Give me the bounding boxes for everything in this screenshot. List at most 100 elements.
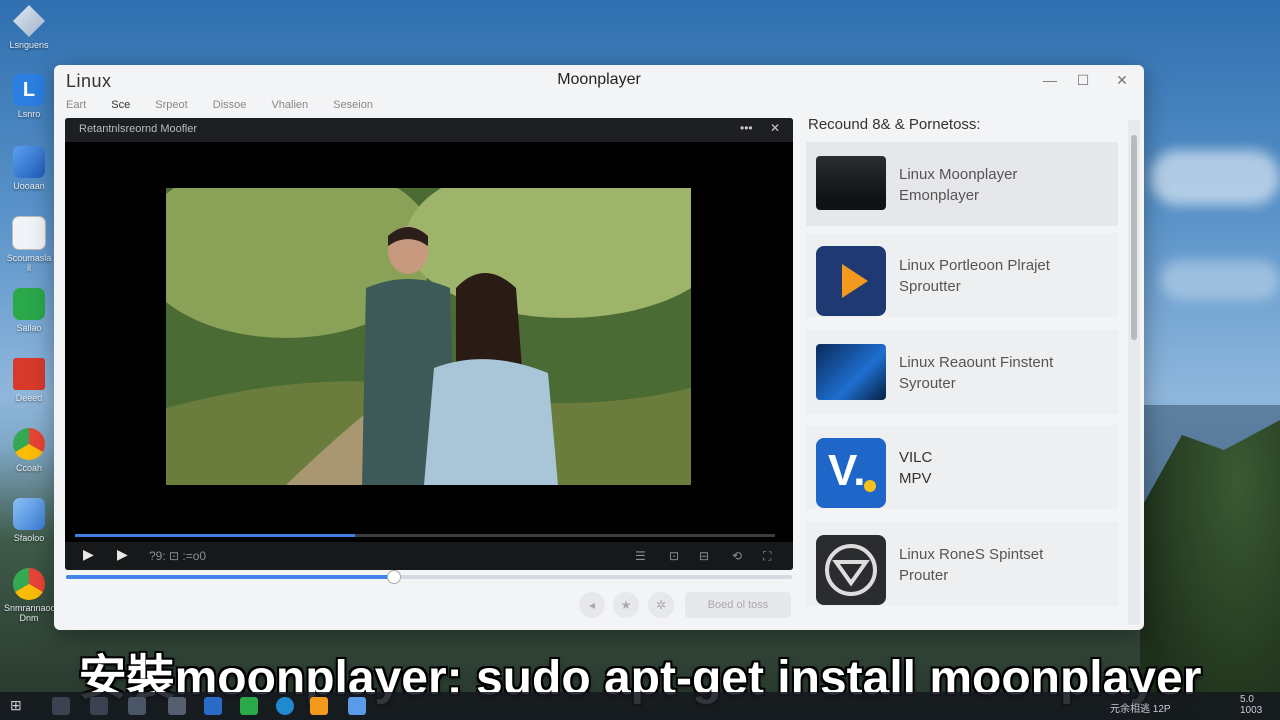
video-scene	[166, 188, 691, 485]
playlist-icon[interactable]: ☰	[635, 549, 646, 563]
scroll-thumb[interactable]	[1131, 135, 1137, 340]
desktop-icon-ccoah[interactable]: Ccoah	[4, 428, 54, 473]
desktop-icon-deeed[interactable]: Deeed	[4, 358, 54, 403]
moonplayer-taskbar-icon[interactable]	[310, 697, 328, 715]
list-item-title: VILC	[899, 449, 933, 466]
menu-item[interactable]: Vhalien	[271, 99, 308, 111]
start-icon[interactable]: ⊞	[10, 697, 28, 715]
time-display: ?9: ⊡ :=o0	[149, 549, 207, 563]
clock[interactable]: 5.0 1003	[1240, 694, 1262, 716]
menu-item[interactable]: Srpeot	[155, 99, 187, 111]
cloud	[1150, 150, 1280, 205]
cube-icon	[13, 498, 45, 530]
desktop-icon-label: Scoumasla il	[6, 253, 52, 273]
menu-bar: Eart Sce Srpeot Dissoe Vhalien Seseion	[66, 99, 395, 111]
nvidia-icon	[13, 288, 45, 320]
list-item-title: Linux RoneS Spintset	[899, 546, 1044, 563]
desktop-icon-label: Lsnguens	[9, 40, 49, 50]
list-item-subtitle: Prouter	[899, 567, 949, 584]
settings-button[interactable]: ✲	[648, 592, 674, 618]
window-title: Moonplayer	[557, 71, 641, 88]
desktop-icon-label: Sallao	[16, 323, 42, 333]
play-icon	[816, 246, 886, 316]
desktop-icon-snmrannaoo[interactable]: Snmrannaoo Dnm	[4, 568, 56, 623]
minimize-icon[interactable]: —	[1040, 70, 1060, 90]
taskbar-app-icon[interactable]	[204, 697, 222, 715]
list-item-text: VILC MPV	[899, 447, 932, 489]
list-item-text: Linux Portleoon Plrajet Sproutter	[899, 255, 1050, 297]
desktop-icon-sallao[interactable]: Sallao	[4, 288, 54, 333]
more-icon[interactable]: •••	[740, 121, 753, 135]
taskbar-app-icon[interactable]	[52, 697, 70, 715]
desktop-icon-os[interactable]: Lsnguens	[4, 5, 54, 50]
desktop-icon-lsnro[interactable]: L Lsnro	[4, 74, 54, 119]
desktop-icon-label: Lsnro	[17, 109, 41, 119]
store-icon	[12, 216, 46, 250]
moonplayer-window: Linux Moonplayer — ☐ ✕ Eart Sce Srpeot D…	[54, 65, 1144, 630]
list-item[interactable]: Linux Portleoon Plrajet Sproutter	[806, 233, 1118, 317]
panel-scrollbar[interactable]	[1128, 120, 1140, 625]
player-title: Retantnlsreornd Moofler	[79, 123, 198, 135]
folder-red-icon	[13, 358, 45, 390]
desktop-icon	[816, 344, 886, 400]
seek-handle[interactable]	[386, 570, 401, 584]
play-icon[interactable]: ▶	[83, 546, 94, 563]
app-l-icon: L	[13, 74, 45, 106]
desktop-icon-label: Ccoah	[15, 463, 42, 473]
desktop-icon-label: Snmrannaoo Dnm	[4, 603, 56, 623]
star-button[interactable]: ★	[613, 592, 639, 618]
list-item[interactable]: V. VILC MPV	[806, 425, 1118, 509]
player-header: Retantnlsreornd Moofler ••• ✕	[65, 118, 793, 142]
maximize-icon[interactable]: ☐	[1073, 70, 1093, 90]
desktop-icon-label: Sfaoloo	[13, 533, 45, 543]
menu-item[interactable]: Dissoe	[213, 99, 247, 111]
prev-button[interactable]: ◂	[579, 592, 605, 618]
desktop-icon-sfaoloo[interactable]: Sfaoloo	[4, 498, 54, 543]
list-item-text: Linux Moonplayer Emonplayer	[899, 164, 1017, 206]
seek-slider[interactable]	[66, 570, 792, 584]
subtitle-icon[interactable]: ⊟	[699, 549, 709, 563]
next-icon[interactable]: ▶	[117, 546, 128, 563]
close-icon[interactable]: ✕	[770, 121, 780, 135]
desktop-icon-uooaan[interactable]: Uooaan	[4, 146, 54, 191]
menu-item[interactable]: Sce	[111, 99, 130, 111]
list-item-title: Linux Portleoon Plrajet	[899, 257, 1050, 274]
vilc-icon: V.	[816, 438, 886, 508]
taskbar-app-icon[interactable]	[276, 697, 294, 715]
list-item-title: Linux Moonplayer	[899, 166, 1018, 183]
tray-text: 元余相逃 12P	[1110, 704, 1171, 715]
taskbar-app-icon[interactable]	[128, 697, 146, 715]
list-item[interactable]: Linux Moonplayer Emonplayer	[806, 142, 1118, 226]
list-item-subtitle: Sproutter	[899, 278, 961, 295]
action-button[interactable]: Boed ol toss	[685, 592, 791, 618]
folder-icon[interactable]	[168, 697, 186, 715]
screenshot-icon[interactable]: ⊡	[669, 549, 679, 563]
taskbar: ⊞ 元余相逃 12P 5.0 1003	[0, 692, 1280, 720]
list-item-text: Linux RoneS Spintset Prouter	[899, 544, 1043, 586]
list-item-title: Linux Reaount Finstent	[899, 354, 1054, 371]
player-list: Linux Moonplayer Emonplayer Linux Portle…	[806, 142, 1118, 622]
desktop-icon-label: Deeed	[15, 393, 43, 403]
player-controls: ▶ ▶ ?9: ⊡ :=o0 ☰ ⊡ ⊟ ⟲ ⛶	[65, 542, 793, 570]
list-item-subtitle: Emonplayer	[899, 187, 980, 204]
loop-icon[interactable]: ⟲	[732, 549, 742, 563]
cloud	[1160, 260, 1280, 300]
list-item[interactable]: Linux RoneS Spintset Prouter	[806, 522, 1118, 606]
desktop-icon-label: Uooaan	[13, 181, 45, 191]
list-item-subtitle: Syrouter	[899, 375, 956, 392]
panel-heading: Recound 8& & Pornetoss:	[808, 116, 981, 133]
close-icon[interactable]: ✕	[1112, 70, 1132, 90]
video-frame[interactable]	[166, 188, 691, 485]
taskbar-app-icon[interactable]	[240, 697, 258, 715]
taskbar-app-icon[interactable]	[90, 697, 108, 715]
fullscreen-icon[interactable]: ⛶	[763, 549, 771, 564]
list-item[interactable]: Linux Reaount Finstent Syrouter	[806, 330, 1118, 414]
menu-item[interactable]: Eart	[66, 99, 86, 111]
weather-icon[interactable]	[348, 697, 366, 715]
video-player: Retantnlsreornd Moofler ••• ✕ ▶ ▶ ?9: ⊡ …	[65, 118, 793, 570]
seek-fill	[66, 575, 393, 579]
app-blue-icon	[13, 146, 45, 178]
menu-item[interactable]: Seseion	[333, 99, 373, 111]
vector-icon	[816, 535, 886, 605]
desktop-icon-store[interactable]: Scoumasla il	[4, 216, 54, 273]
